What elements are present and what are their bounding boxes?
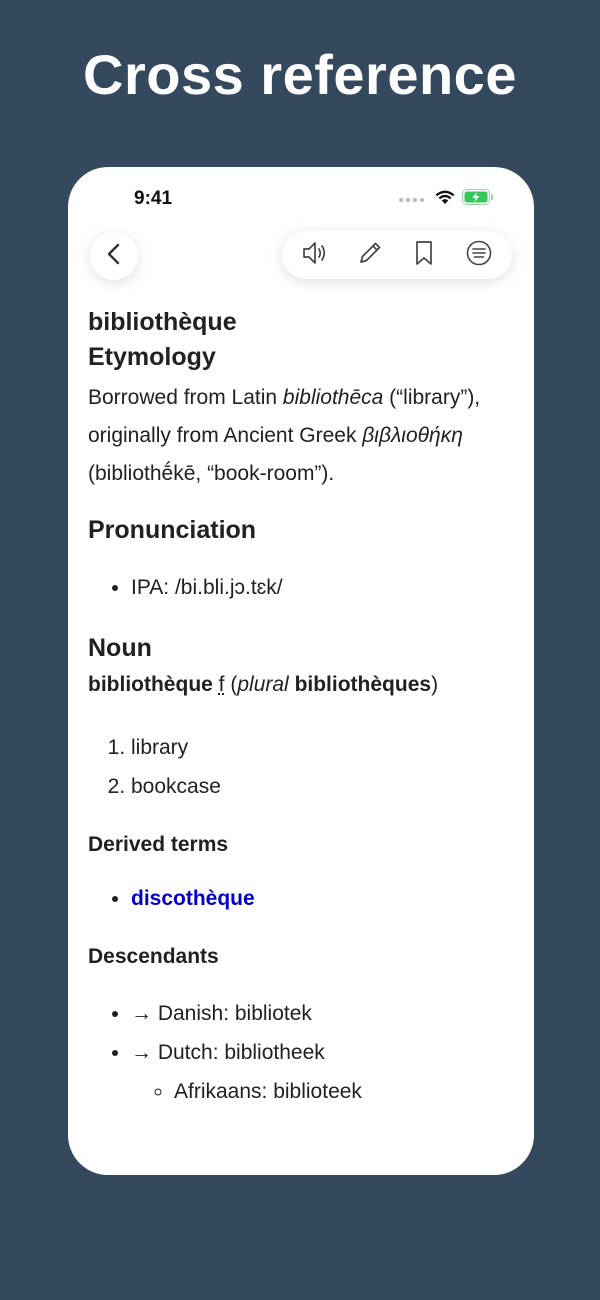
derived-term-item: discothèque <box>131 879 512 918</box>
status-icons <box>399 189 494 210</box>
sense-item: bookcase <box>131 767 512 806</box>
senses-list: library bookcase <box>131 728 512 806</box>
derived-term-link[interactable]: discothèque <box>131 887 255 910</box>
derived-terms-heading: Derived terms <box>88 833 229 856</box>
descendant-item: → Dutch: bibliotheek Afrikaans: bibliote… <box>131 1033 512 1111</box>
back-button[interactable] <box>90 232 138 280</box>
wifi-icon <box>434 189 456 210</box>
derived-terms-list: discothèque <box>131 879 512 918</box>
ipa-item: IPA: /bi.bli.jɔ.tɛk/ <box>131 568 512 607</box>
descendants-list: → Danish: bibliotek → Dutch: bibliotheek… <box>131 994 512 1111</box>
descendant-label: → Dutch: bibliotheek <box>131 1040 325 1064</box>
etymology-text: Borrowed from Latin bibliothēca (“librar… <box>88 379 512 493</box>
paren-open: ( <box>224 673 238 696</box>
signal-icon <box>399 197 424 202</box>
edit-button[interactable] <box>350 235 390 275</box>
noun-headword-line: bibliothèque f (plural bibliothèques) <box>88 666 512 704</box>
chevron-left-icon <box>105 243 123 270</box>
plural-form: bibliothèques <box>294 673 432 696</box>
etymology-text-part: Borrowed from Latin <box>88 386 283 409</box>
noun-headword: bibliothèque <box>88 673 213 696</box>
descendant-subitem: Afrikaans: biblioteek <box>174 1072 512 1111</box>
descendants-heading: Descendants <box>88 945 219 969</box>
etymology-heading: Etymology <box>88 343 216 371</box>
paren-close: ) <box>431 673 439 696</box>
descendant-sublist: Afrikaans: biblioteek <box>174 1072 512 1111</box>
toolbar <box>282 231 512 279</box>
greek-term: βιβλιοθήκη <box>362 424 463 447</box>
status-bar: 9:41 <box>68 167 534 229</box>
menu-circle-icon <box>465 239 493 272</box>
entry-content: bibliothèque Etymology Borrowed from Lat… <box>88 305 512 1111</box>
pencil-icon <box>356 239 384 272</box>
latin-term: bibliothēca <box>282 386 384 409</box>
headline: Cross reference <box>83 43 517 106</box>
descendant-item: → Danish: bibliotek <box>131 994 512 1033</box>
etymology-text-part: (bibliothḗkē, “book-room”). <box>88 462 335 485</box>
entry-title: bibliothèque <box>88 308 237 336</box>
battery-charging-icon <box>462 189 494 210</box>
contents-button[interactable] <box>459 235 499 275</box>
speaker-icon <box>301 240 329 271</box>
noun-heading: Noun <box>88 634 152 662</box>
sense-item: library <box>131 728 512 767</box>
pronunciation-heading: Pronunciation <box>88 516 257 544</box>
bookmark-button[interactable] <box>404 235 444 275</box>
pronunciation-list: IPA: /bi.bli.jɔ.tɛk/ <box>131 568 512 607</box>
plural-label: plural <box>237 673 289 696</box>
speak-button[interactable] <box>295 235 335 275</box>
bookmark-icon <box>413 239 435 272</box>
status-time: 9:41 <box>134 188 173 209</box>
phone-frame: 9:41 bibliothèque Etymology Borrowed fro… <box>68 167 534 1175</box>
